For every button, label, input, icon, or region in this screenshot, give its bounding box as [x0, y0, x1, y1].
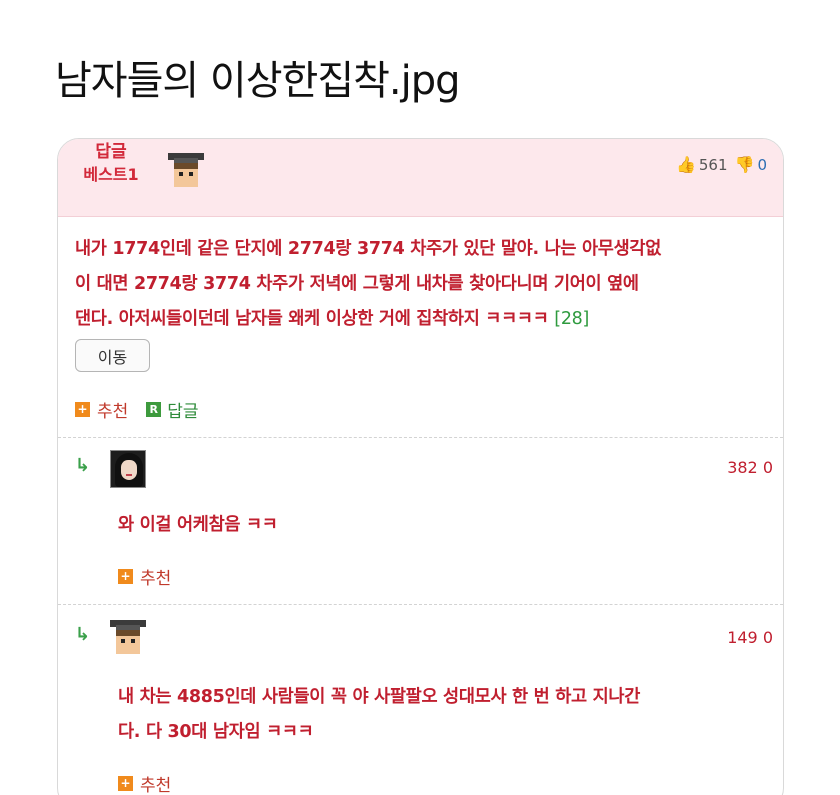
- comment-line: 내가 1774인데 같은 단지에 2774랑 3774 차주가 있단 말야. 나…: [75, 239, 661, 259]
- user-avatar[interactable]: [110, 620, 146, 654]
- move-button[interactable]: 이동: [75, 339, 150, 372]
- best-comment-text: 내가 1774인데 같은 단지에 2774랑 3774 차주가 있단 말야. 나…: [75, 232, 775, 337]
- recommend-link[interactable]: 추천: [97, 397, 128, 422]
- comment-line: 이 대면 2774랑 3774 차주가 저녁에 그렇게 내차를 찾아다니며 기어…: [75, 274, 639, 294]
- best-label-line2: 베스트1: [83, 164, 139, 184]
- user-avatar[interactable]: [168, 153, 204, 187]
- comment-card: 답글 베스트1 👍 561 👎 0 내가 1774인데 같은 단지에 2774랑…: [57, 138, 784, 795]
- plus-icon: +: [118, 569, 133, 584]
- reply-text: 내 차는 4885인데 사람들이 꼭 야 사팔팔오 성대모사 한 번 하고 지나…: [118, 680, 640, 750]
- likes-count: 561: [698, 155, 728, 174]
- best-reply-badge: 답글 베스트1: [76, 141, 146, 186]
- vote-counter: 👍 561 👎 0: [676, 155, 767, 174]
- dislikes-count: 0: [757, 155, 767, 174]
- thumbs-up-icon[interactable]: 👍: [676, 155, 696, 174]
- reply-actions: + 추천: [118, 564, 171, 589]
- reply-text: 와 이걸 어케참음 ㅋㅋ: [118, 515, 278, 535]
- reply-link[interactable]: 답글: [167, 397, 198, 422]
- reply-r-icon: R: [146, 402, 162, 417]
- best-comment-header: 답글 베스트1 👍 561 👎 0: [58, 139, 783, 217]
- best-actions: + 추천 R 답글: [75, 397, 199, 422]
- thumbs-down-icon[interactable]: 👎: [735, 155, 755, 174]
- reply-arrow-icon: ↳: [75, 624, 91, 645]
- recommend-link[interactable]: 추천: [140, 564, 171, 589]
- comment-line: 댄다. 아저씨들이던데 남자들 왜케 이상한 거에 집착하지 ㅋㅋㅋㅋ [28]: [75, 302, 775, 337]
- recommend-link[interactable]: 추천: [140, 771, 171, 795]
- reply-arrow-icon: ↳: [75, 455, 91, 476]
- divider: [58, 604, 783, 605]
- reply-line: 다. 다 30대 남자임 ㅋㅋㅋ: [118, 722, 314, 742]
- user-photo-avatar[interactable]: [110, 450, 146, 488]
- reply-vote-count: 149 0: [727, 628, 773, 647]
- reply-vote-count: 382 0: [727, 458, 773, 477]
- plus-icon: +: [75, 402, 90, 417]
- reply-actions: + 추천: [118, 771, 171, 795]
- plus-icon: +: [118, 776, 133, 791]
- comment-line-text: 댄다. 아저씨들이던데 남자들 왜케 이상한 거에 집착하지 ㅋㅋㅋㅋ: [75, 309, 549, 329]
- reply-line: 내 차는 4885인데 사람들이 꼭 야 사팔팔오 성대모사 한 번 하고 지나…: [118, 687, 641, 707]
- divider: [58, 437, 783, 438]
- post-title: 남자들의 이상한집착.jpg: [55, 58, 461, 104]
- best-label-line1: 답글: [95, 142, 127, 162]
- comment-count[interactable]: [28]: [554, 309, 589, 329]
